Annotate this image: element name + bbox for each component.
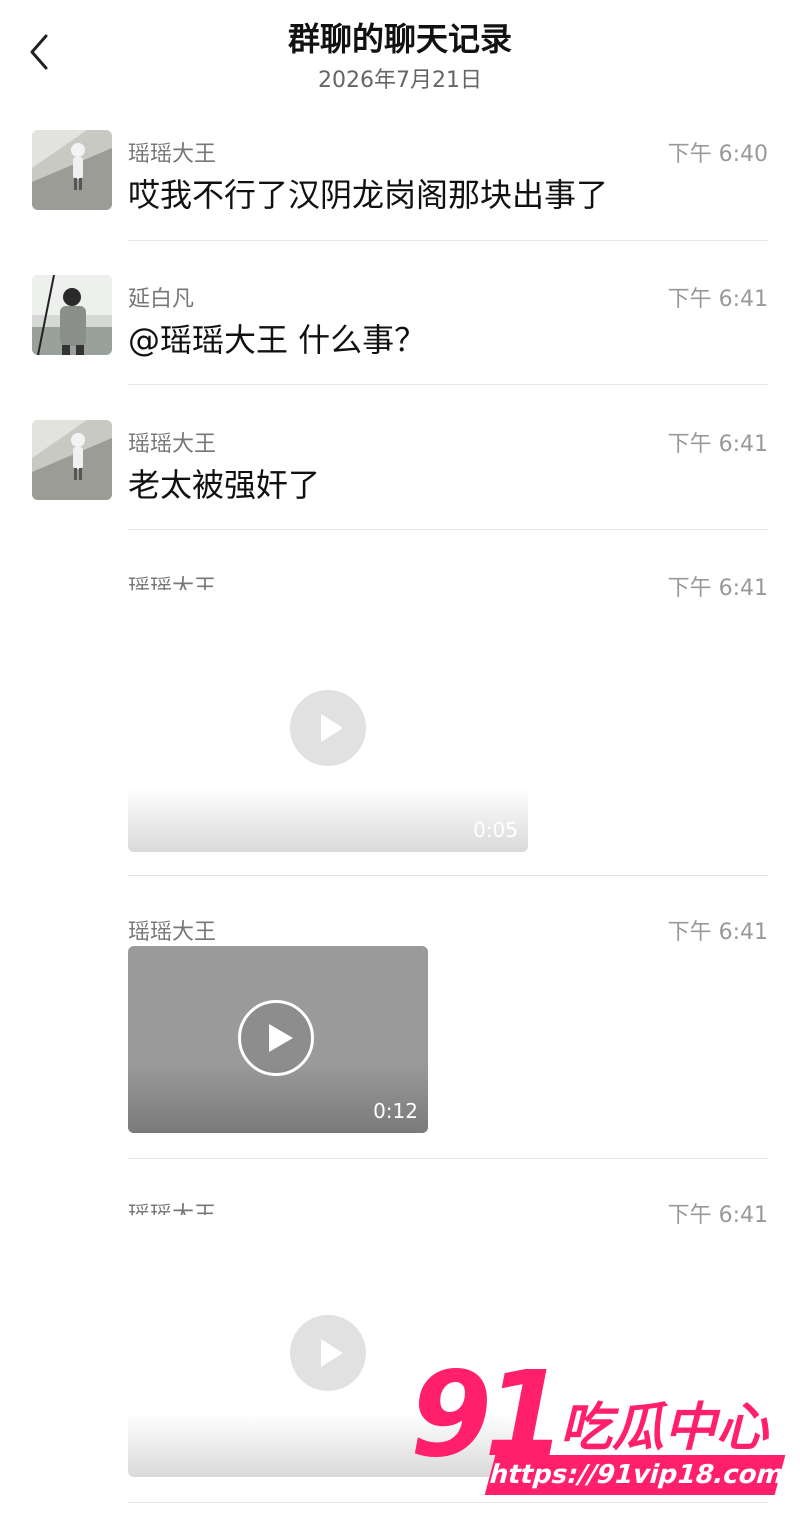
play-icon[interactable] — [290, 1315, 366, 1391]
message-time: 下午 6:41 — [667, 920, 768, 945]
divider — [128, 875, 768, 876]
sender-name: 瑶瑶大王 — [128, 142, 217, 167]
video-thumbnail[interactable]: 0:12 — [128, 946, 428, 1133]
video-duration: 0:12 — [373, 1099, 418, 1123]
message-time: 下午 6:40 — [667, 142, 768, 167]
play-icon[interactable] — [238, 1000, 314, 1076]
video-duration: 0:05 — [473, 818, 518, 842]
watermark-url: https://91vip18.com — [484, 1455, 788, 1495]
page-title: 群聊的聊天记录 — [287, 20, 512, 58]
avatar-image — [32, 420, 112, 500]
message-time: 下午 6:41 — [667, 432, 768, 457]
video-fade — [128, 788, 528, 852]
message-text: @瑶瑶大王 什么事？ — [128, 321, 427, 359]
video-thumbnail[interactable]: 0:05 — [128, 590, 528, 852]
avatar[interactable] — [32, 275, 112, 355]
avatar[interactable] — [32, 420, 112, 500]
sender-name: 瑶瑶大王 — [128, 432, 217, 457]
watermark-text: 吃瓜中心 — [560, 1398, 769, 1458]
message-text: 哎我不行了汉阴龙岗阁那块出事了 — [128, 176, 609, 214]
divider — [128, 1158, 768, 1159]
header: 群聊的聊天记录 2026年7月21日 — [0, 0, 800, 110]
avatar-image — [32, 275, 112, 355]
sender-name: 瑶瑶大王 — [128, 920, 217, 945]
sender-name: 延白凡 — [128, 287, 195, 312]
message-text: 老太被强奸了 — [128, 466, 321, 504]
play-icon[interactable] — [290, 690, 366, 766]
divider — [128, 529, 768, 530]
message-time: 下午 6:41 — [667, 576, 768, 601]
page-date: 2026年7月21日 — [318, 68, 482, 93]
avatar[interactable] — [32, 130, 112, 210]
divider — [128, 384, 768, 385]
avatar-image — [32, 130, 112, 210]
watermark-logo: 91 吃瓜中心 https://91vip18.com — [410, 1355, 790, 1505]
message-time: 下午 6:41 — [667, 1203, 768, 1228]
divider — [128, 240, 768, 241]
message-time: 下午 6:41 — [667, 287, 768, 312]
